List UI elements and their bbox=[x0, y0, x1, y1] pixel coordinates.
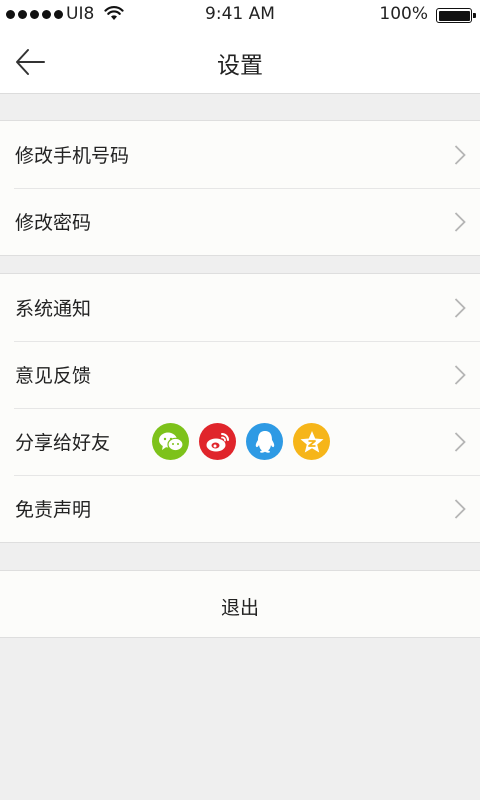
page-title: 设置 bbox=[217, 53, 263, 79]
battery-percent: 100% bbox=[379, 4, 428, 24]
wechat-icon[interactable] bbox=[152, 423, 189, 460]
feedback-row[interactable]: 意见反馈 bbox=[0, 341, 480, 408]
chevron-right-icon bbox=[454, 298, 466, 318]
share-to-friends-row[interactable]: 分享给好友 bbox=[0, 408, 480, 475]
disclaimer-label: 免责声明 bbox=[15, 499, 92, 521]
share-icons bbox=[152, 423, 330, 460]
general-settings-group: 系统通知 意见反馈 分享给好友 免责声明 bbox=[0, 273, 480, 543]
qzone-icon[interactable] bbox=[293, 423, 330, 460]
logout-button[interactable]: 退出 bbox=[0, 570, 480, 638]
change-phone-label: 修改手机号码 bbox=[15, 145, 130, 167]
system-notification-row[interactable]: 系统通知 bbox=[0, 274, 480, 341]
chevron-right-icon bbox=[454, 499, 466, 519]
chevron-right-icon bbox=[454, 365, 466, 385]
weibo-icon[interactable] bbox=[199, 423, 236, 460]
account-settings-group: 修改手机号码 修改密码 bbox=[0, 120, 480, 256]
change-password-row[interactable]: 修改密码 bbox=[0, 188, 480, 255]
qq-icon[interactable] bbox=[246, 423, 283, 460]
chevron-right-icon bbox=[454, 145, 466, 165]
change-phone-row[interactable]: 修改手机号码 bbox=[0, 121, 480, 188]
chevron-right-icon bbox=[454, 432, 466, 452]
logout-label: 退出 bbox=[220, 597, 259, 619]
chevron-right-icon bbox=[454, 212, 466, 232]
feedback-label: 意见反馈 bbox=[15, 365, 92, 387]
status-bar: UI8 9:41 AM 100% bbox=[0, 0, 480, 30]
battery-icon bbox=[436, 8, 476, 23]
nav-bar: 设置 bbox=[0, 30, 480, 94]
system-notification-label: 系统通知 bbox=[15, 298, 92, 320]
share-to-friends-label: 分享给好友 bbox=[15, 432, 111, 454]
change-password-label: 修改密码 bbox=[15, 212, 92, 234]
disclaimer-row[interactable]: 免责声明 bbox=[0, 475, 480, 542]
